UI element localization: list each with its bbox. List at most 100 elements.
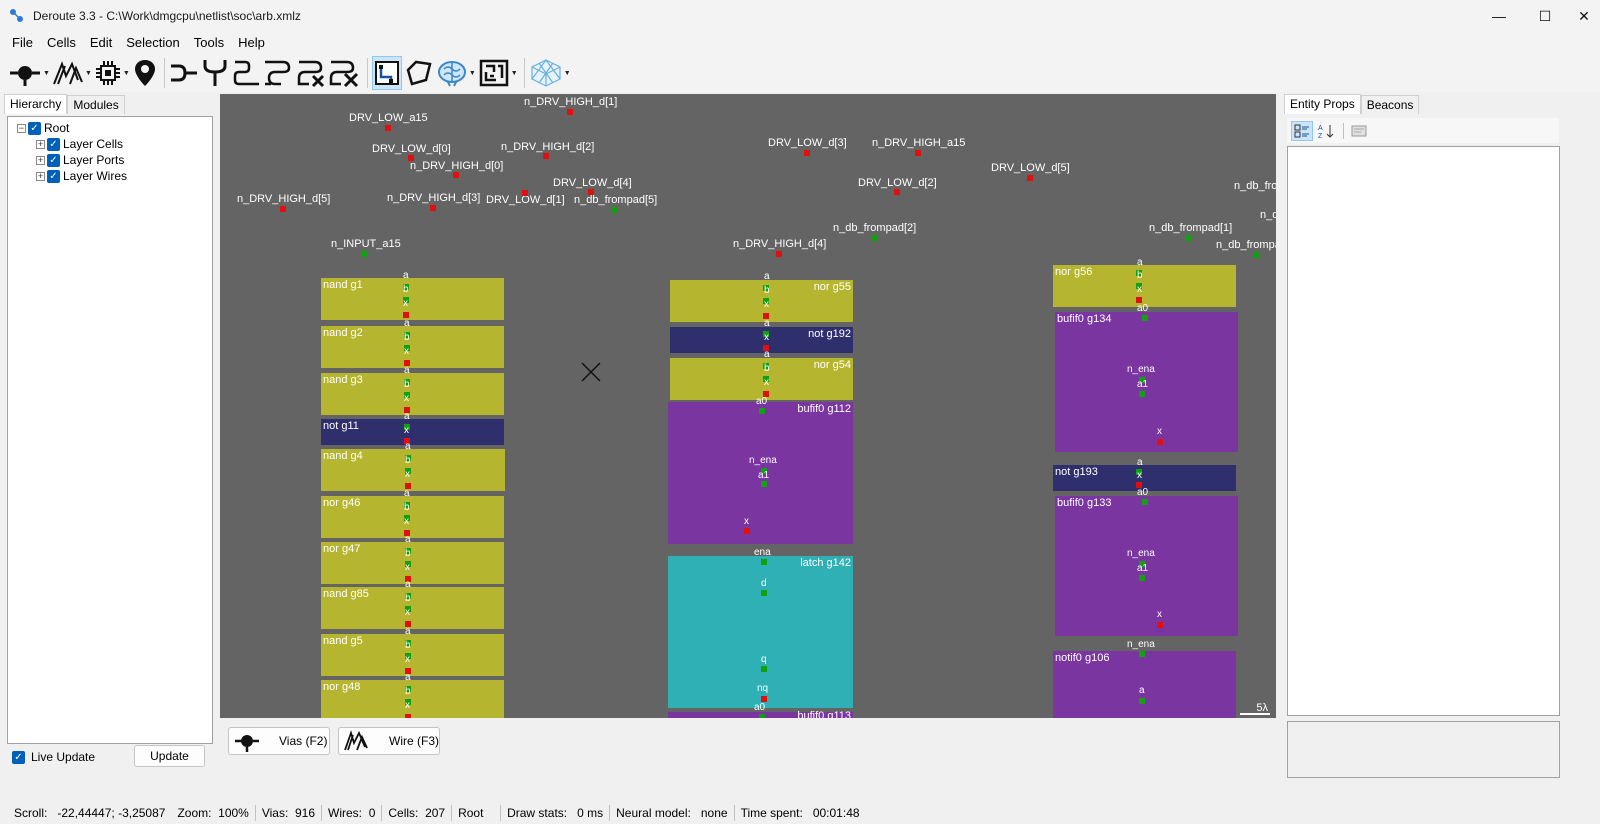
cell-tool-button[interactable]: ▼ xyxy=(94,56,130,90)
property-grid[interactable] xyxy=(1287,146,1560,716)
tree-item-layer-cells[interactable]: + ✓ Layer Cells xyxy=(36,136,123,152)
tab-modules[interactable]: Modules xyxy=(67,95,125,114)
tab-entity-props[interactable]: Entity Props xyxy=(1284,94,1361,114)
wire-tool-icon xyxy=(53,61,83,85)
port-marker[interactable] xyxy=(362,251,368,257)
property-description xyxy=(1287,721,1560,778)
cell-bufif0-g113[interactable]: bufif0 g113 a0 xyxy=(668,702,853,718)
cell-nor-g54[interactable]: nor g54 a b x xyxy=(670,349,853,400)
cell-nor-g48[interactable]: nor g48 a b x xyxy=(321,672,504,718)
beacon-button[interactable] xyxy=(132,56,158,90)
checkbox-root[interactable]: ✓ xyxy=(28,121,41,135)
expand-icon[interactable]: + xyxy=(36,139,45,149)
cell-nand-g2[interactable]: nand g2 a b x xyxy=(321,318,504,368)
checkbox-layer-ports[interactable]: ✓ xyxy=(47,153,60,167)
categorized-button[interactable] xyxy=(1291,120,1313,141)
route-bend-double-button[interactable] xyxy=(263,56,293,90)
tree-item-layer-ports[interactable]: + ✓ Layer Ports xyxy=(36,152,124,168)
port-label: n_db_frompa xyxy=(1216,239,1276,251)
close-button[interactable]: ✕ xyxy=(1568,0,1600,32)
cell-notif0-g106[interactable]: notif0 g106 n_ena a xyxy=(1053,639,1236,718)
cell-latch-g142[interactable]: latch g142 ena d q nq xyxy=(668,547,853,708)
menu-selection[interactable]: Selection xyxy=(119,32,186,54)
port-marker[interactable] xyxy=(453,172,459,178)
port-marker[interactable] xyxy=(567,109,573,115)
select-poly-button[interactable] xyxy=(404,56,434,90)
maximize-button[interactable]: ☐ xyxy=(1522,0,1568,32)
vias-mode-button[interactable]: Vias (F2) xyxy=(228,727,330,755)
cell-nand-g4[interactable]: nand g4 a b x xyxy=(321,441,505,491)
port-marker[interactable] xyxy=(1186,235,1192,241)
port-marker[interactable] xyxy=(385,125,391,131)
alphabetical-button[interactable]: AZ xyxy=(1315,121,1337,141)
delete-wires-button[interactable] xyxy=(295,56,327,90)
checkbox-live-update[interactable]: ✓ xyxy=(12,750,25,764)
update-button[interactable]: Update xyxy=(134,745,205,767)
cell-not-g192[interactable]: not g192 a x xyxy=(670,318,853,353)
cell-nor-g56[interactable]: nor g56 a b x xyxy=(1053,257,1236,307)
collapse-icon[interactable]: − xyxy=(17,123,26,133)
tab-hierarchy[interactable]: Hierarchy xyxy=(4,94,68,114)
live-update-toggle[interactable]: ✓ Live Update xyxy=(12,750,95,764)
layout-maze-button[interactable]: ▼ xyxy=(478,56,518,90)
port-marker[interactable] xyxy=(543,153,549,159)
port-marker[interactable] xyxy=(915,150,921,156)
wire-mode-button[interactable]: Wire (F3) xyxy=(338,727,440,755)
route-single-button[interactable] xyxy=(169,56,199,90)
cell-nand-g5[interactable]: nand g5 a b x xyxy=(321,626,504,676)
route-bend-button[interactable] xyxy=(231,56,261,90)
tree-item-layer-wires[interactable]: + ✓ Layer Wires xyxy=(36,168,127,184)
port-marker[interactable] xyxy=(804,150,810,156)
route-fork-button[interactable] xyxy=(201,56,229,90)
layout-canvas[interactable]: n_DRV_HIGH_d[1] DRV_LOW_a15 DRV_LOW_d[0]… xyxy=(220,94,1276,718)
port-marker[interactable] xyxy=(776,251,782,257)
via-tool-button[interactable]: ▼ xyxy=(8,56,50,90)
cell-nor-g47[interactable]: nor g47 a b x xyxy=(321,534,504,584)
property-pages-button[interactable] xyxy=(1348,121,1370,141)
neural-button[interactable]: ▼ xyxy=(436,56,476,90)
menu-cells[interactable]: Cells xyxy=(40,32,83,54)
alphabetical-sort-icon: AZ xyxy=(1318,124,1334,139)
port-marker[interactable] xyxy=(280,206,286,212)
hierarchy-tree[interactable]: − ✓ Root + ✓ Layer Cells + ✓ Layer Ports… xyxy=(7,116,213,744)
tree-item-label: Root xyxy=(44,121,70,135)
via-tool-icon xyxy=(10,66,40,86)
port-marker[interactable] xyxy=(522,190,528,196)
cell-bufif0-g134[interactable]: bufif0 g134 a0 n_ena a1 x xyxy=(1055,303,1238,452)
tree-item-root[interactable]: − ✓ Root xyxy=(17,120,69,136)
cell-bufif0-g112[interactable]: bufif0 g112 a0 n_ena a1 x xyxy=(668,396,853,544)
select-rect-button[interactable] xyxy=(371,56,402,90)
menu-tools[interactable]: Tools xyxy=(187,32,231,54)
checkbox-layer-wires[interactable]: ✓ xyxy=(47,169,60,183)
cell-nand-g3[interactable]: nand g3 a b x xyxy=(321,365,504,415)
cell-nor-g46[interactable]: nor g46 a b x xyxy=(321,488,504,538)
cell-bufif0-g133[interactable]: bufif0 g133 a0 n_ena a1 x xyxy=(1055,487,1238,636)
menu-help[interactable]: Help xyxy=(231,32,272,54)
port-marker[interactable] xyxy=(1253,252,1259,258)
port-marker[interactable] xyxy=(871,235,877,241)
menu-edit[interactable]: Edit xyxy=(83,32,119,54)
expand-icon[interactable]: + xyxy=(36,171,45,181)
cell-not-g11[interactable]: not g11 a x xyxy=(321,411,504,445)
port-marker[interactable] xyxy=(1027,175,1033,181)
delete-wires-all-button[interactable] xyxy=(329,56,361,90)
crystal-button[interactable]: ▼ xyxy=(529,56,571,90)
minimize-button[interactable]: — xyxy=(1476,0,1522,32)
port-label: n_db_frompad[1] xyxy=(1149,222,1233,234)
tree-item-label: Layer Cells xyxy=(63,137,124,151)
expand-icon[interactable]: + xyxy=(36,155,45,165)
wire-tool-button[interactable]: ▼ xyxy=(52,56,92,90)
cell-nor-g55[interactable]: nor g55 a b x xyxy=(670,271,853,322)
port-marker[interactable] xyxy=(611,207,617,213)
menu-file[interactable]: File xyxy=(5,32,40,54)
delete-wires-icon xyxy=(297,60,324,88)
port-label: n_d xyxy=(1260,209,1276,221)
toolbar-separator xyxy=(523,58,525,88)
cell-nand-g85[interactable]: nand g85 a b x xyxy=(321,579,504,629)
port-marker[interactable] xyxy=(894,189,900,195)
checkbox-layer-cells[interactable]: ✓ xyxy=(47,137,60,151)
tab-beacons[interactable]: Beacons xyxy=(1360,95,1420,114)
port-marker[interactable] xyxy=(430,205,436,211)
cell-nand-g1[interactable]: nand g1 a b x xyxy=(321,270,504,320)
left-panel: Hierarchy Modules − ✓ Root + ✓ Layer Cel… xyxy=(0,94,219,790)
